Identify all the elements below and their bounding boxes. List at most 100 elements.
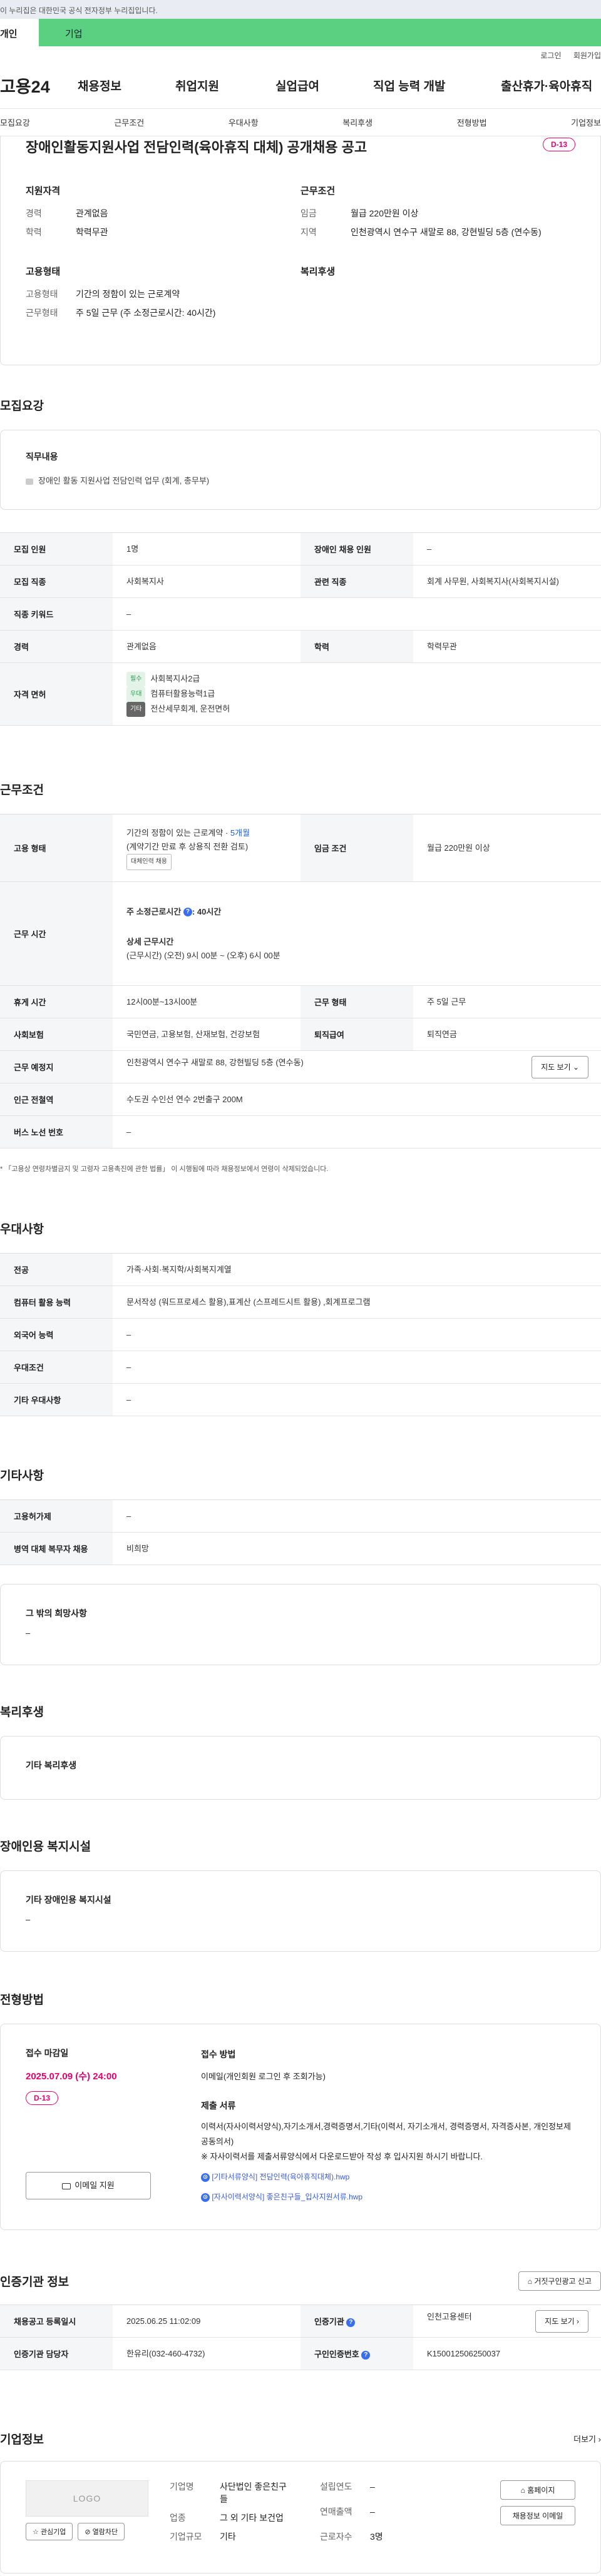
map-button-label: 지도 보기 (541, 1062, 571, 1072)
facility-heading: 기타 장애인용 복지시설 (26, 1895, 111, 1905)
other-tag: 기타 (126, 701, 146, 717)
founded-value: – (370, 2482, 375, 2492)
company-logo: LOGO (26, 2480, 148, 2517)
agency-section: 인증기관 정보 ⌂ 거짓구인광고 신고 채용공고 등록일시 2025.06.25 … (0, 2271, 601, 2370)
hope-value: – (26, 1628, 31, 1638)
member-tabs: 개인 기업 (0, 19, 601, 46)
gov-strip-text: 이 누리집은 대한민국 공식 전자정부 누리집입니다. (0, 6, 158, 15)
homepage-label: 홈페이지 (527, 2486, 555, 2495)
sales-value: – (370, 2507, 375, 2517)
etc-section: 기타사항 고용허가제 – 병역 대체 복무자 채용 비희망 그 밖의 희망사항 – (0, 1466, 601, 1665)
block-view-button[interactable]: ⊘ 열람차단 (78, 2523, 125, 2540)
subnav-conditions[interactable]: 근무조건 (114, 116, 144, 128)
military-value: 비희망 (113, 1532, 601, 1565)
nav-item-employment-support[interactable]: 취업지원 (175, 77, 275, 94)
nav-item-jobs[interactable]: 채용정보 (78, 77, 175, 94)
info-icon[interactable]: ? (346, 2318, 356, 2327)
education-key: 학력 (300, 630, 413, 663)
subnav-company[interactable]: 기업정보 (571, 116, 601, 128)
table-row: 전공 가족·사회·복지학/사회복지계열 (0, 1253, 601, 1286)
license-item: 우대 컴퓨터활용능력1급 (126, 686, 601, 702)
file-link-1[interactable]: ⊙ [기타서류양식] 전담인력(육아휴직대체).hwp (201, 2169, 575, 2184)
block-label: 열람차단 (92, 2528, 118, 2536)
chevron-right-icon: › (577, 2316, 579, 2326)
favorite-company-button[interactable]: ☆ 관심기업 (26, 2523, 73, 2540)
tab-company[interactable]: 기업 (39, 19, 601, 46)
subnav-welfare[interactable]: 복리후생 (342, 116, 372, 128)
pref-cond-value: – (113, 1351, 601, 1384)
homepage-button[interactable]: ⌂ 홈페이지 (500, 2480, 575, 2500)
signup-link[interactable]: 회원가입 (573, 51, 601, 60)
license-item: 기타 전산세무회계, 운전면허 (126, 701, 601, 717)
subway-value: 수도권 수인선 연수 2번출구 200M (113, 1083, 601, 1116)
reg-key: 채용공고 등록일시 (0, 2305, 113, 2338)
subnav-recruit[interactable]: 모집요강 (0, 116, 30, 128)
report-ad-button[interactable]: ⌂ 거짓구인광고 신고 (518, 2271, 601, 2291)
weekly-hours: 주 소정근로시간 ?: 40시간 (126, 905, 601, 919)
facility-value: – (26, 1915, 31, 1924)
login-link[interactable]: 로그인 (540, 51, 561, 60)
detail-hours-label: 상세 근무시간 (126, 936, 174, 946)
nav-item-training[interactable]: 직업 능력 개발 (373, 77, 501, 94)
recruit-section: 모집요강 직무내용 장애인 활동 지원사업 전담인력 업무 (회계, 총무부) … (0, 365, 601, 726)
bus-value: – (113, 1115, 601, 1149)
table-row: 사회보험 국민연금, 고용보험, 산재보험, 건강보험 퇴직급여 퇴직연금 (0, 1018, 601, 1051)
pref-cond-key: 우대조건 (0, 1351, 113, 1384)
nav-item-parental-leave[interactable]: 출산휴가·육아휴직 (501, 77, 592, 94)
rest-value: 12시00분~13시00분 (113, 985, 300, 1018)
manager-value: 한유리(032-460-4732) (113, 2337, 300, 2370)
duty-heading: 직무내용 (26, 452, 58, 462)
docs-note: ※ 자사이력서를 제출서류양식에서 다운로드받아 작성 후 입사지원 하시기 바… (201, 2152, 483, 2161)
job-summary-card: 장애인활동지원사업 전담인력(육아휴직 대체) 공개채용 공고 D-13 지원자… (0, 136, 601, 365)
info-icon[interactable]: ? (183, 908, 192, 917)
conditions-heading: 근무조건 (300, 186, 336, 196)
company-logo-actions: ☆ 관심기업 ⊘ 열람차단 (26, 2523, 170, 2540)
language-value: – (113, 1318, 601, 1351)
tab-personal[interactable]: 개인 (0, 19, 39, 46)
size-value: 기타 (220, 2532, 236, 2542)
apply-info-column: 접수 방법 이메일(개인회원 로그인 후 조회가능) 제출 서류 이력서(자사이… (201, 2047, 575, 2207)
job-email-button[interactable]: 채용정보 이메일 (500, 2506, 575, 2525)
table-row: 우대조건 – (0, 1351, 601, 1384)
agency-map-button[interactable]: 지도 보기 › (535, 2310, 588, 2333)
company-logo-text: LOGO (73, 2493, 101, 2503)
workform-key: 근무 형태 (300, 985, 413, 1018)
table-row: 채용공고 등록일시 2025.06.25 11:02:09 인증기관 ? 인천고용… (0, 2305, 601, 2338)
required-tag: 필수 (126, 671, 146, 687)
file-link-2[interactable]: ⊙ [자사이력서양식] 좋은친구들_입사지원서류.hwp (201, 2189, 575, 2204)
section-subnav: 모집요강 근무조건 우대사항 복리후생 전형방법 기업정보 (0, 109, 601, 136)
site-logo[interactable]: 고용24 (0, 73, 78, 98)
career-key: 경력 (0, 630, 113, 663)
table-row: 고용 형태 기간의 정함이 있는 근로계약 · 5개월 (계약기간 만료 후 상… (0, 814, 601, 882)
permit-value: – (113, 1499, 601, 1533)
agency-table: 채용공고 등록일시 2025.06.25 11:02:09 인증기관 ? 인천고용… (0, 2305, 601, 2370)
sales-key: 연매출액 (320, 2507, 352, 2517)
table-row: 인근 전철역 수도권 수인선 연수 2번출구 200M (0, 1083, 601, 1116)
emp-line1: 기간의 정함이 있는 근로계약 · 5개월 (126, 826, 300, 840)
employees-key: 근로자수 (320, 2532, 352, 2542)
favorite-label: 관심기업 (40, 2528, 66, 2536)
wage-key: 임금 조건 (300, 814, 413, 882)
map-button[interactable]: 지도 보기 ⌄ (532, 1055, 588, 1078)
subnav-method[interactable]: 전형방법 (457, 116, 487, 128)
nav-item-unemployment[interactable]: 실업급여 (275, 77, 373, 94)
size-key: 기업규모 (170, 2532, 202, 2542)
wage-value: 월급 220만원 이상 (351, 208, 419, 218)
docs-value: 이력서(자사이력서양식),자기소개서,경력증명서,기타(이력서, 자기소개서, … (201, 2122, 571, 2146)
table-row: 병역 대체 복무자 채용 비희망 (0, 1532, 601, 1565)
license-key: 자격 면허 (0, 662, 113, 726)
house-icon: ⌂ (520, 2486, 525, 2495)
more-link[interactable]: 더보기 › (573, 2433, 601, 2445)
education-value: 학력무관 (76, 227, 108, 237)
table-row: 경력 관계없음 학력 학력무관 (0, 630, 601, 663)
company-actions: ⌂ 홈페이지 채용정보 이메일 (445, 2480, 575, 2554)
subnav-preference[interactable]: 우대사항 (229, 116, 259, 128)
link-icon: ⊙ (201, 2173, 210, 2182)
file-link-1-label: [기타서류양식] 전담인력(육아휴직대체).hwp (212, 2173, 350, 2181)
info-icon[interactable]: ? (361, 2350, 371, 2360)
facility-card: 기타 장애인용 복지시설 – (0, 1870, 601, 1952)
employment-heading: 고용형태 (26, 266, 61, 277)
facility-title: 장애인용 복지시설 (0, 1840, 91, 1853)
agency-title: 인증기관 정보 (0, 2276, 69, 2289)
email-apply-button[interactable]: 이메일 지원 (26, 2172, 151, 2199)
